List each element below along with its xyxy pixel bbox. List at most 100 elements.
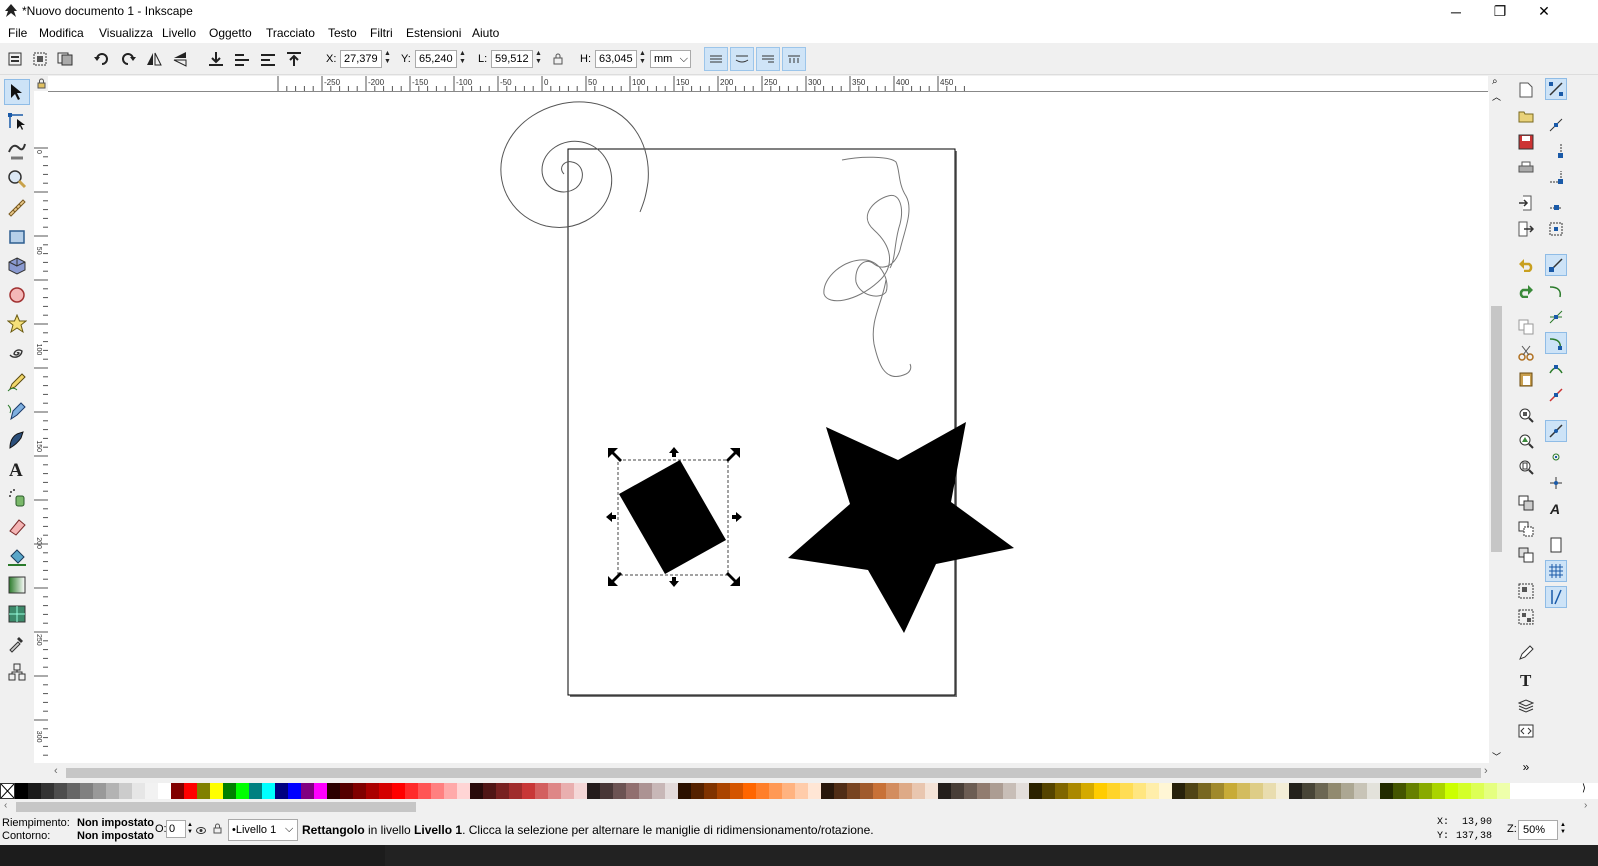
eraser-tool-icon[interactable] (4, 514, 30, 540)
color-swatch[interactable] (210, 783, 223, 799)
snap-page-border-icon[interactable] (1545, 534, 1567, 556)
color-swatch[interactable] (431, 783, 444, 799)
height-input[interactable]: 63,045 (595, 50, 637, 68)
color-swatch[interactable] (990, 783, 1003, 799)
tweak-tool-icon[interactable] (4, 137, 30, 163)
color-swatch[interactable] (1107, 783, 1120, 799)
snap-line-midpoints-icon[interactable] (1545, 384, 1567, 406)
close-button[interactable]: ✕ (1522, 0, 1566, 23)
color-swatch[interactable] (405, 783, 418, 799)
save-icon[interactable] (1515, 131, 1537, 153)
open-folder-icon[interactable] (1515, 105, 1537, 127)
menu-tracciato[interactable]: Tracciato (266, 26, 315, 40)
color-swatch[interactable] (301, 783, 314, 799)
no-paint-swatch-icon[interactable] (0, 783, 15, 799)
color-swatch[interactable] (249, 783, 262, 799)
color-swatch[interactable] (1354, 783, 1367, 799)
snap-cusp-nodes-icon[interactable] (1545, 332, 1567, 354)
color-swatch[interactable] (223, 783, 236, 799)
color-swatch[interactable] (1497, 783, 1510, 799)
scale-stroke-toggle[interactable] (704, 47, 728, 71)
snap-smooth-nodes-icon[interactable] (1545, 358, 1567, 380)
color-swatch[interactable] (899, 783, 912, 799)
color-swatch[interactable] (860, 783, 873, 799)
color-swatch[interactable] (522, 783, 535, 799)
color-swatch[interactable] (847, 783, 860, 799)
color-swatch[interactable] (626, 783, 639, 799)
menu-filtri[interactable]: Filtri (370, 26, 393, 40)
zoom-input[interactable]: 50% (1518, 820, 1558, 840)
zoom-corner-icon[interactable]: ⌕ (1492, 76, 1498, 87)
flip-vertical-icon[interactable] (170, 49, 190, 69)
color-swatch[interactable] (717, 783, 730, 799)
palette-scroll-right-icon[interactable]: ⟩ (1570, 783, 1598, 799)
select-all-layers-icon[interactable] (30, 49, 50, 69)
connector-tool-icon[interactable] (4, 659, 30, 685)
raise-to-top-icon[interactable] (284, 49, 304, 69)
text-font-icon[interactable]: T (1515, 668, 1537, 690)
color-swatch[interactable] (704, 783, 717, 799)
paste-icon[interactable] (1515, 368, 1537, 390)
color-swatch[interactable] (977, 783, 990, 799)
redo-icon[interactable] (1515, 280, 1537, 302)
x-spinner-icon[interactable]: ▲ ▼ (383, 50, 392, 68)
color-palette[interactable]: ⟩ (0, 783, 1598, 799)
pencil-tool-icon[interactable] (4, 369, 30, 395)
scroll-right-icon[interactable]: › (1484, 765, 1488, 777)
scale-corners-toggle[interactable] (730, 47, 754, 71)
snap-grid-icon[interactable] (1545, 560, 1567, 582)
color-swatch[interactable] (769, 783, 782, 799)
color-swatch[interactable] (1341, 783, 1354, 799)
color-swatch[interactable] (1068, 783, 1081, 799)
palette-scroll-right-arrow-icon[interactable]: › (1584, 800, 1587, 811)
color-swatch[interactable] (80, 783, 93, 799)
color-swatch[interactable] (1042, 783, 1055, 799)
clone-icon[interactable] (1515, 518, 1537, 540)
more-commands-icon[interactable]: » (1515, 756, 1537, 778)
color-swatch[interactable] (782, 783, 795, 799)
color-swatch[interactable] (1302, 783, 1315, 799)
color-swatch[interactable] (1380, 783, 1393, 799)
color-swatch[interactable] (743, 783, 756, 799)
color-swatch[interactable] (912, 783, 925, 799)
color-swatch[interactable] (1003, 783, 1016, 799)
snap-toggle-icon[interactable] (1545, 78, 1567, 100)
color-swatch[interactable] (1094, 783, 1107, 799)
color-swatch[interactable] (1029, 783, 1042, 799)
color-swatch[interactable] (392, 783, 405, 799)
zoom-page-icon[interactable] (1515, 456, 1537, 478)
move-gradients-toggle[interactable] (756, 47, 780, 71)
snap-text-baseline-icon[interactable]: A (1545, 498, 1567, 520)
menu-visualizza[interactable]: Visualizza (99, 26, 153, 40)
ellipse-tool-icon[interactable] (4, 282, 30, 308)
color-swatch[interactable] (1185, 783, 1198, 799)
color-swatch[interactable] (132, 783, 145, 799)
calligraphy-tool-icon[interactable] (4, 427, 30, 453)
color-swatch[interactable] (1172, 783, 1185, 799)
color-swatch[interactable] (262, 783, 275, 799)
rotate-cw-icon[interactable] (118, 49, 138, 69)
pen-tool-icon[interactable] (4, 398, 30, 424)
color-swatch[interactable] (67, 783, 80, 799)
snap-bbox-icon[interactable] (1545, 114, 1567, 136)
export-icon[interactable] (1515, 218, 1537, 240)
color-swatch[interactable] (691, 783, 704, 799)
menu-livello[interactable]: Livello (162, 26, 196, 40)
layer-select[interactable]: •Livello 1 ⌵ (228, 819, 298, 841)
color-swatch[interactable] (1250, 783, 1263, 799)
color-swatch[interactable] (548, 783, 561, 799)
menu-file[interactable]: File (8, 26, 27, 40)
width-spinner-icon[interactable]: ▲ ▼ (534, 50, 543, 68)
paint-bucket-tool-icon[interactable] (4, 543, 30, 569)
color-swatch[interactable] (951, 783, 964, 799)
color-swatch[interactable] (1432, 783, 1445, 799)
color-swatch[interactable] (1328, 783, 1341, 799)
menu-aiuto[interactable]: Aiuto (472, 26, 499, 40)
layer-lock-icon[interactable] (213, 823, 222, 837)
color-swatch[interactable] (652, 783, 665, 799)
color-swatch[interactable] (327, 783, 340, 799)
color-swatch[interactable] (821, 783, 834, 799)
text-tool-icon[interactable]: A (4, 456, 30, 482)
zoom-tool-icon[interactable] (4, 166, 30, 192)
color-swatch[interactable] (41, 783, 54, 799)
